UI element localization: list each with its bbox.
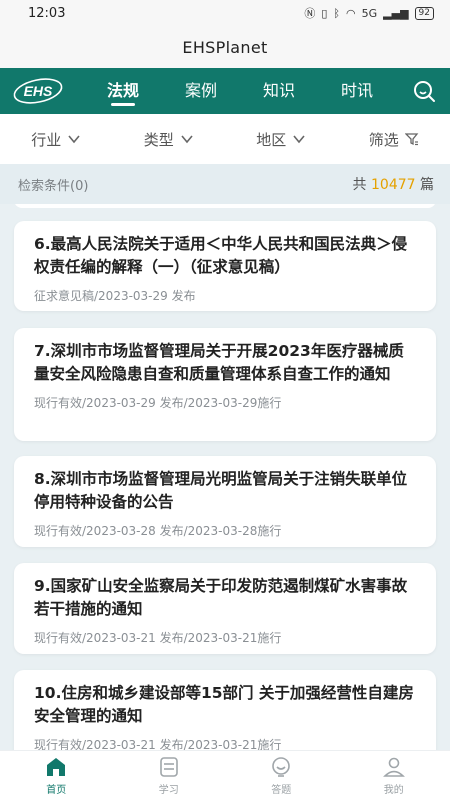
signal-icon: ▂▄▆ xyxy=(383,6,409,20)
item-title: 10.住房和城乡建设部等15部门 关于加强经营性自建房安全管理的通知 xyxy=(34,684,414,725)
item-title: 8.深圳市市场监督管理局光明监管局关于注销失联单位停用特种设备的公告 xyxy=(34,470,408,511)
category-tabbar: EHS 法规 案例 知识 时讯 xyxy=(0,68,450,114)
list-item-partial xyxy=(14,204,436,208)
item-meta: 现行有效/2023-03-21 发布/2023-03-21施行 xyxy=(34,631,282,645)
status-icons: Ⓝ ▯ ᛒ ◠ 5G ▂▄▆ 92 xyxy=(304,5,434,21)
filter-screen[interactable]: 筛选 xyxy=(338,129,450,150)
nfc-icon: Ⓝ xyxy=(304,7,316,20)
item-meta: 现行有效/2023-03-21 发布/2023-03-21施行 xyxy=(34,738,282,750)
vibrate-icon: ▯ xyxy=(321,6,328,20)
list-item[interactable]: 9.国家矿山安全监察局关于印发防范遏制煤矿水害事故若干措施的通知 现行有效/20… xyxy=(14,563,436,654)
tab-cases[interactable]: 案例 xyxy=(162,68,240,114)
book-icon xyxy=(159,757,178,777)
nav-quiz[interactable]: 答题 xyxy=(225,751,338,800)
tab-regulations[interactable]: 法规 xyxy=(84,68,162,114)
chevron-down-icon xyxy=(293,135,305,144)
result-count-number: 10477 xyxy=(371,177,416,193)
filter-region[interactable]: 地区 xyxy=(225,129,338,150)
list-item[interactable]: 6.最高人民法院关于适用＜中华人民共和国民法典＞侵权责任编的解释（一）（征求意见… xyxy=(14,221,436,311)
filter-industry[interactable]: 行业 xyxy=(0,129,113,150)
list-item[interactable]: 7.深圳市市场监督管理局关于开展2023年医疗器械质量安全风险隐患自查和质量管理… xyxy=(14,328,436,441)
regulation-list[interactable]: 6.最高人民法院关于适用＜中华人民共和国民法典＞侵权责任编的解释（一）（征求意见… xyxy=(0,204,450,750)
filter-region-label: 地区 xyxy=(256,130,287,149)
status-bar: 12:03 Ⓝ ▯ ᛒ ◠ 5G ▂▄▆ 92 xyxy=(0,0,450,26)
nav-home-label: 首页 xyxy=(46,785,67,796)
funnel-icon xyxy=(404,133,419,146)
wifi-icon: ◠ xyxy=(346,6,356,20)
tab-list: 法规 案例 知识 时讯 xyxy=(84,68,396,114)
item-meta: 现行有效/2023-03-28 发布/2023-03-28施行 xyxy=(34,524,282,538)
bottom-navigation: 首页 学习 答题 我的 xyxy=(0,750,450,800)
nav-profile-label: 我的 xyxy=(383,785,404,796)
list-item[interactable]: 10.住房和城乡建设部等15部门 关于加强经营性自建房安全管理的通知 现行有效/… xyxy=(14,670,436,750)
list-item[interactable]: 8.深圳市市场监督管理局光明监管局关于注销失联单位停用特种设备的公告 现行有效/… xyxy=(14,456,436,547)
filter-type[interactable]: 类型 xyxy=(113,129,226,150)
battery-icon: 92 xyxy=(414,6,434,20)
chevron-down-icon xyxy=(181,135,193,144)
result-count-prefix: 共 xyxy=(352,177,367,193)
status-time: 12:03 xyxy=(28,5,66,21)
nav-study[interactable]: 学习 xyxy=(113,751,226,800)
network-label: 5G xyxy=(361,6,378,20)
bluetooth-icon: ᛒ xyxy=(333,6,341,20)
bulb-icon xyxy=(272,757,291,777)
logo-text: EHS xyxy=(24,83,53,99)
nav-home[interactable]: 首页 xyxy=(0,751,113,800)
search-summary: 检索条件(0) 共 10477 篇 xyxy=(0,164,450,204)
app-title: EHSPlanet xyxy=(182,37,268,57)
filter-screen-label: 筛选 xyxy=(368,130,399,149)
nav-profile[interactable]: 我的 xyxy=(338,751,450,800)
item-title: 7.深圳市市场监督管理局关于开展2023年医疗器械质量安全风险隐患自查和质量管理… xyxy=(34,342,404,383)
home-icon xyxy=(47,758,66,776)
search-conditions[interactable]: 检索条件(0) xyxy=(18,175,88,194)
filter-type-label: 类型 xyxy=(143,130,174,149)
app-title-bar: EHSPlanet xyxy=(0,26,450,68)
item-title: 6.最高人民法院关于适用＜中华人民共和国民法典＞侵权责任编的解释（一）（征求意见… xyxy=(34,235,408,276)
nav-study-label: 学习 xyxy=(158,785,179,796)
chevron-down-icon xyxy=(68,135,80,144)
search-icon[interactable] xyxy=(412,79,436,103)
user-icon xyxy=(382,757,405,777)
item-title: 9.国家矿山安全监察局关于印发防范遏制煤矿水害事故若干措施的通知 xyxy=(34,577,408,618)
item-meta: 征求意见稿/2023-03-29 发布 xyxy=(34,289,196,303)
filter-industry-label: 行业 xyxy=(31,130,62,149)
result-count: 共 10477 篇 xyxy=(353,174,434,194)
item-meta: 现行有效/2023-03-29 发布/2023-03-29施行 xyxy=(34,396,282,410)
filter-bar: 行业 类型 地区 筛选 xyxy=(0,114,450,164)
result-count-suffix: 篇 xyxy=(420,177,434,193)
tab-news[interactable]: 时讯 xyxy=(318,68,396,114)
ehs-logo: EHS xyxy=(12,76,64,106)
tab-knowledge[interactable]: 知识 xyxy=(240,68,318,114)
nav-quiz-label: 答题 xyxy=(271,785,292,796)
